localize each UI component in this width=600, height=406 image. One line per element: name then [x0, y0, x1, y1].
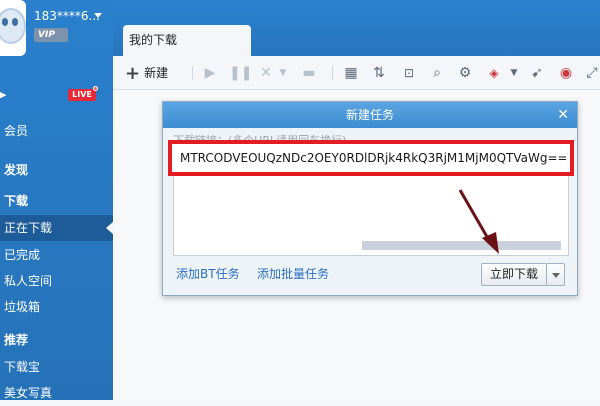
chevron-down-icon[interactable]: ▼ — [509, 64, 519, 82]
avatar[interactable] — [0, 0, 26, 56]
play-icon: ▶ — [0, 88, 7, 101]
folder-icon[interactable]: ▬ — [301, 64, 317, 82]
play-icon[interactable]: ▶ — [203, 64, 217, 82]
sidebar-item-completed[interactable]: 已完成 — [0, 242, 113, 268]
settings-icon[interactable]: ⚙ — [457, 64, 473, 82]
sidebar-section-discover[interactable]: 发现 — [0, 157, 113, 183]
grid-icon[interactable]: ▦ — [343, 64, 359, 82]
vip-badge[interactable]: VIP — [34, 28, 68, 42]
search-icon[interactable]: ⌕ — [429, 64, 445, 82]
plus-icon: + — [125, 63, 141, 84]
delete-icon[interactable]: ✕ — [259, 64, 273, 82]
tab-bar: 我的下载 — [113, 0, 600, 56]
details-icon[interactable]: ⊡ — [401, 64, 417, 82]
vip-icon[interactable]: ◈ — [485, 64, 503, 82]
sidebar-section-download[interactable]: 下载 — [0, 188, 113, 214]
dialog-title: 新建任务 — [163, 102, 577, 128]
tab-my-downloads[interactable]: 我的下载 — [123, 25, 251, 56]
speed-icon[interactable]: ➹ — [529, 64, 545, 82]
sidebar-item-download-bao[interactable]: 下载宝 — [0, 354, 113, 380]
toolbar: + 新建 ▶ ❚❚ ✕ ▼ ▬ ▦ ⇅ ⊡ ⌕ ⚙ ◈ ▼ ➹ ◉ ⤢ — [113, 56, 600, 90]
url-input-highlight[interactable]: MTRCODVEOUQzNDc2OEY0RDlDRjk4RkQ3RjM1MjM0… — [168, 140, 574, 176]
url-input-value[interactable]: MTRCODVEOUQzNDc2OEY0RDlDRjk4RkQ3RjM1MjM0… — [180, 144, 566, 172]
download-now-button[interactable]: 立即下载 — [481, 263, 547, 286]
sidebar-item-downloading[interactable]: 正在下载 — [0, 215, 114, 241]
divider — [332, 66, 333, 80]
sidebar-item-trash[interactable]: 垃圾箱 — [0, 294, 113, 320]
add-batch-task-link[interactable]: 添加批量任务 — [257, 265, 329, 282]
close-icon[interactable]: ✕ — [557, 102, 569, 128]
sidebar-item-photos[interactable]: 美女写真 — [0, 380, 113, 406]
shield-icon[interactable]: ◉ — [558, 64, 574, 82]
divider — [192, 66, 193, 80]
expand-icon[interactable]: ⤢ — [585, 64, 599, 82]
sort-icon[interactable]: ⇅ — [371, 64, 387, 82]
sidebar-item-private-space[interactable]: 私人空间 — [0, 268, 113, 294]
add-bt-task-link[interactable]: 添加BT任务 — [176, 265, 240, 282]
chevron-down-icon[interactable] — [94, 13, 102, 18]
pause-icon[interactable]: ❚❚ — [229, 64, 252, 82]
notification-dot — [93, 86, 98, 91]
user-name[interactable]: 183****6... — [34, 9, 100, 23]
sidebar-item-member[interactable]: 会员 — [0, 118, 113, 144]
new-task-label: 新建 — [144, 66, 169, 80]
download-options-button[interactable] — [547, 263, 565, 286]
chevron-down-icon — [552, 273, 560, 278]
vip-label: VIP — [38, 30, 55, 40]
chevron-down-icon[interactable]: ▼ — [278, 64, 288, 82]
sidebar-section-recommend[interactable]: 推荐 — [0, 327, 113, 353]
sidebar: 183****6... VIP ▶ LIVE 会员 发现 下载 正在下载 已完成… — [0, 0, 114, 400]
live-badge[interactable]: LIVE — [68, 89, 96, 101]
new-task-button[interactable]: + 新建 — [125, 63, 169, 84]
annotation-arrow-icon — [458, 189, 499, 254]
